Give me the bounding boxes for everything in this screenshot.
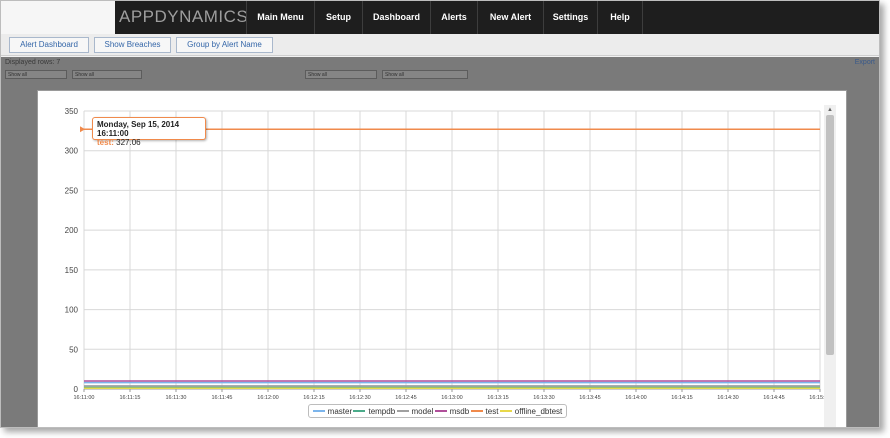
x-tick-label: 16:13:30	[533, 395, 554, 401]
x-tick-label: 16:13:15	[487, 395, 508, 401]
x-tick-label: 16:15:00	[809, 395, 824, 401]
legend-swatch-msdb	[434, 410, 447, 412]
legend-label-msdb: msdb	[449, 406, 470, 416]
legend-label-tempdb: tempdb	[368, 406, 396, 416]
main-nav: Main Menu Setup Dashboard Alerts New Ale…	[246, 1, 643, 34]
nav-main-menu[interactable]: Main Menu	[246, 1, 314, 34]
legend-item-model[interactable]: model	[396, 406, 434, 416]
legend-item-master[interactable]: master	[312, 406, 353, 416]
chart-modal: 0 50 100 150 200 250 300 350 16:11:00 16:11:15 16:…	[37, 90, 847, 427]
show-breaches-button[interactable]: Show Breaches	[94, 37, 171, 53]
x-tick-label: 16:12:15	[303, 395, 324, 401]
appdynamics-logo: APPDYNAMICS	[119, 7, 249, 26]
nav-dashboard[interactable]: Dashboard	[362, 1, 430, 34]
action-toolbar: Alert Dashboard Show Breaches Group by A…	[1, 34, 879, 56]
filter-select-3[interactable]: Show all	[305, 70, 377, 79]
legend-swatch-test	[470, 410, 483, 412]
top-navigation-bar: APPDYNAMICS Main Menu Setup Dashboard Al…	[1, 1, 879, 34]
x-tick-label: 16:14:15	[671, 395, 692, 401]
legend-item-tempdb[interactable]: tempdb	[353, 407, 395, 416]
x-tick-label: 16:13:45	[579, 395, 600, 401]
legend-swatch-model	[396, 410, 409, 412]
x-tick-label: 16:11:30	[165, 395, 186, 401]
nav-setup[interactable]: Setup	[314, 1, 362, 34]
x-tick-label: 16:14:30	[717, 395, 738, 401]
legend-label-master: master	[327, 406, 353, 416]
x-tick-label: 16:13:00	[441, 395, 462, 401]
legend-label-offline-dbtest: offline_dbtest	[514, 406, 563, 416]
y-tick-label: 300	[65, 147, 79, 156]
legend-swatch-offline-dbtest	[499, 410, 512, 412]
alert-dashboard-button[interactable]: Alert Dashboard	[9, 37, 89, 53]
legend-item-test[interactable]: test	[470, 406, 499, 416]
tooltip-series-name: test:	[97, 138, 114, 147]
y-tick-label: 350	[65, 107, 79, 116]
x-tick-label: 16:12:30	[349, 395, 370, 401]
export-link[interactable]: Export	[855, 59, 875, 66]
x-tick-label: 16:14:45	[763, 395, 784, 401]
chart-tooltip: Monday, Sep 15, 2014 16:11:00 test: 327.…	[92, 117, 206, 147]
y-tick-label: 50	[69, 345, 78, 354]
x-tick-label: 16:12:45	[395, 395, 416, 401]
x-tick-label: 16:12:00	[257, 395, 278, 401]
y-tick-label: 200	[65, 226, 79, 235]
nav-settings[interactable]: Settings	[543, 1, 597, 34]
scroll-up-arrow-icon[interactable]: ▲	[825, 105, 835, 115]
y-tick-label: 0	[74, 385, 79, 394]
group-by-alert-name-button[interactable]: Group by Alert Name	[176, 37, 273, 53]
tooltip-date: Monday, Sep 15, 2014 16:11:00	[97, 120, 180, 138]
x-tick-label: 16:14:00	[625, 395, 646, 401]
tooltip-value: 327.06	[116, 138, 141, 147]
legend-label-model: model	[411, 406, 434, 416]
legend-item-msdb[interactable]: msdb	[434, 406, 470, 416]
displayed-rows-label: Displayed rows: 7	[5, 59, 61, 66]
topbar-left-spacer	[1, 1, 115, 34]
y-tick-label: 150	[65, 266, 79, 275]
x-tick-label: 16:11:00	[73, 395, 94, 401]
x-tick-label: 16:11:45	[211, 395, 232, 401]
chart-legend: master tempdb model msdb test offline_db…	[308, 404, 567, 418]
modal-scrollbar-thumb[interactable]	[826, 115, 834, 355]
legend-label-test: test	[485, 406, 499, 416]
app-window: APPDYNAMICS Main Menu Setup Dashboard Al…	[0, 0, 880, 428]
tooltip-value-line: test: 327.06	[97, 138, 201, 147]
filter-select-4[interactable]: Show all	[382, 70, 468, 79]
legend-swatch-tempdb	[353, 410, 366, 412]
y-tick-label: 100	[65, 306, 79, 315]
filter-select-2[interactable]: Show all	[72, 70, 142, 79]
legend-item-offline-dbtest[interactable]: offline_dbtest	[499, 406, 563, 416]
nav-help[interactable]: Help	[597, 1, 643, 34]
filter-select-1[interactable]: Show all	[5, 70, 67, 79]
legend-swatch-master	[312, 410, 325, 412]
x-tick-label: 16:11:15	[119, 395, 140, 401]
nav-new-alert[interactable]: New Alert	[477, 1, 543, 34]
nav-alerts[interactable]: Alerts	[430, 1, 477, 34]
y-tick-label: 250	[65, 186, 79, 195]
